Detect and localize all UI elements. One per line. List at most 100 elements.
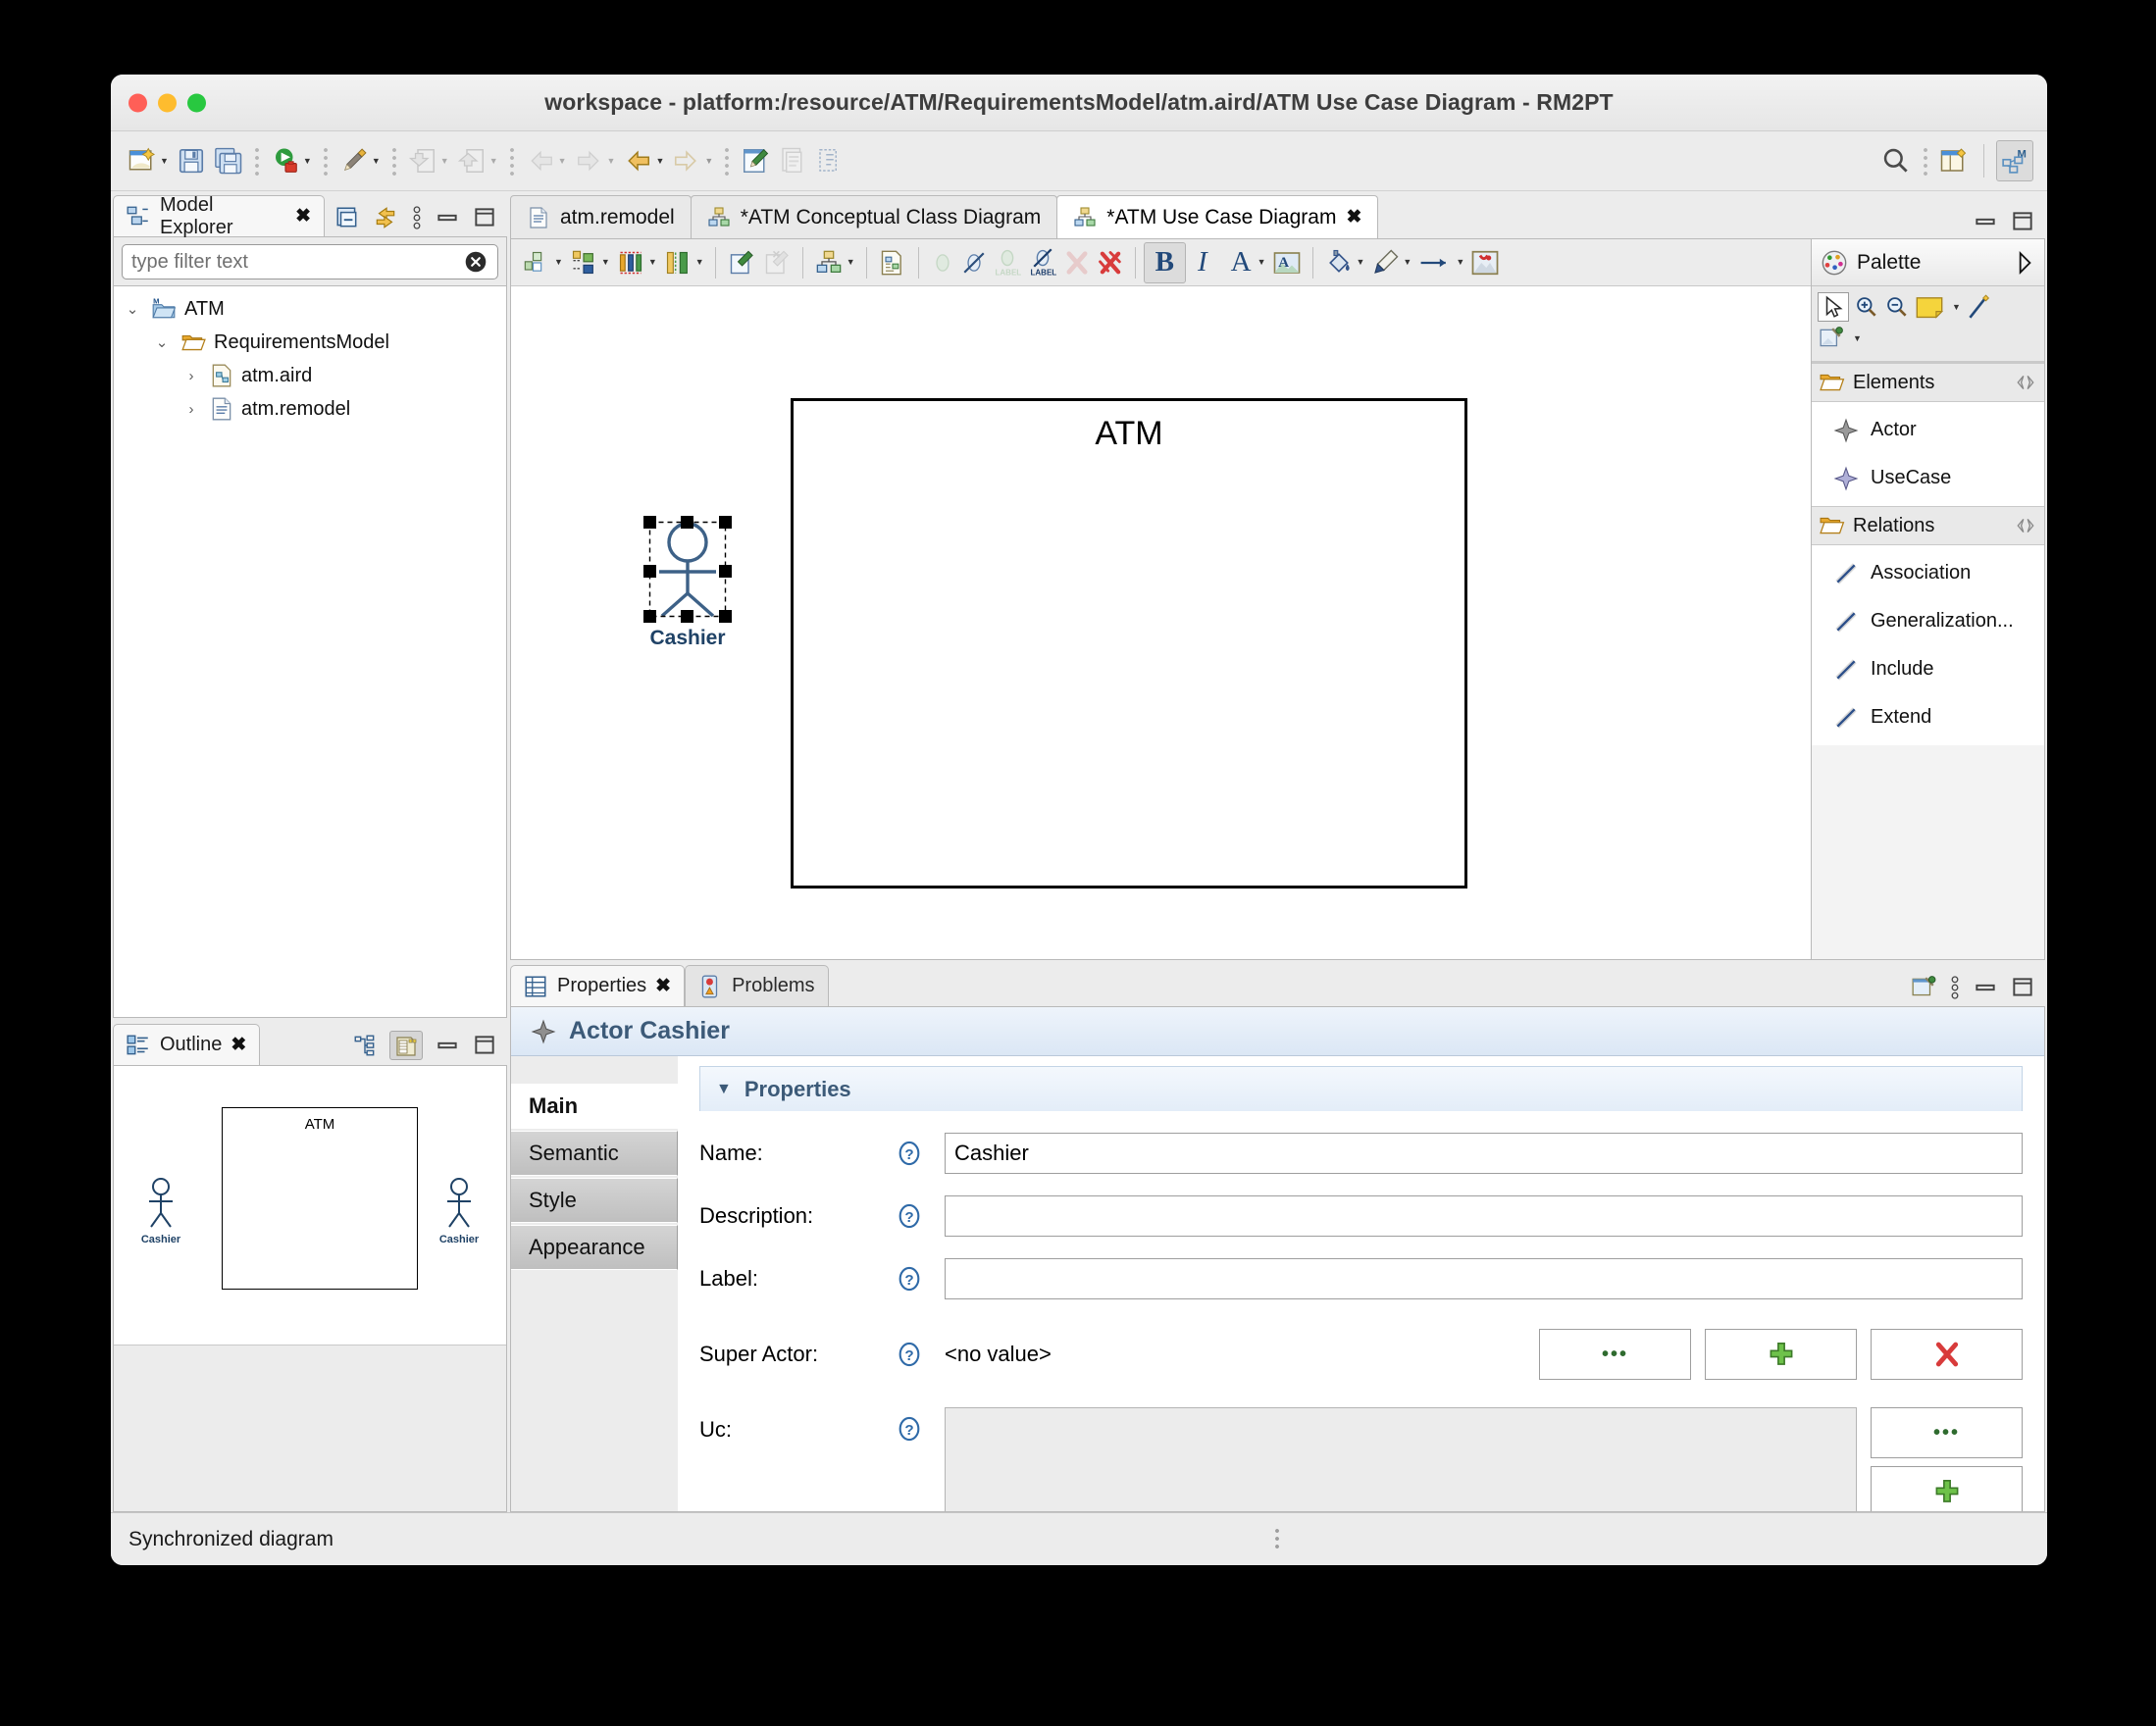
fill-color-button[interactable]: ▼ bbox=[1321, 242, 1368, 283]
model-tree[interactable]: ⌄ M ATM ⌄ RequirementsModel › atm.aird ›… bbox=[113, 285, 507, 1018]
help-icon[interactable]: ? bbox=[896, 1265, 923, 1293]
palette-collapse-icon[interactable] bbox=[2014, 250, 2035, 276]
chevron-down-icon[interactable]: ⌄ bbox=[122, 300, 143, 318]
palette-item-association[interactable]: Association bbox=[1812, 549, 2044, 597]
minimize-icon[interactable] bbox=[435, 1036, 460, 1055]
sync-arrows-icon[interactable] bbox=[372, 205, 399, 230]
align-button[interactable]: ▼ bbox=[566, 242, 613, 283]
search-button[interactable] bbox=[1877, 140, 1915, 181]
select-arrow-icon[interactable] bbox=[1818, 292, 1849, 322]
pin-icon[interactable] bbox=[2015, 374, 2036, 391]
paste-layout-button[interactable] bbox=[875, 242, 910, 283]
zoom-window-button[interactable] bbox=[187, 93, 206, 112]
help-icon[interactable]: ? bbox=[896, 1341, 923, 1368]
system-boundary-box[interactable]: ATM bbox=[791, 398, 1467, 888]
prev-annotation-button[interactable]: ▼ bbox=[523, 140, 570, 181]
palette-item-usecase[interactable]: UseCase bbox=[1812, 454, 2044, 502]
edit-note-button[interactable] bbox=[724, 242, 759, 283]
note-icon[interactable] bbox=[1915, 294, 1944, 320]
minimize-icon[interactable] bbox=[1973, 978, 1998, 997]
view-menu-icon[interactable] bbox=[411, 204, 423, 231]
image-style-button[interactable] bbox=[1467, 242, 1503, 283]
minimize-icon[interactable] bbox=[1973, 212, 1998, 231]
clear-icon[interactable] bbox=[463, 249, 488, 275]
maximize-icon[interactable] bbox=[2010, 210, 2035, 233]
browse-super-actor-button[interactable]: ••• bbox=[1539, 1329, 1691, 1380]
modeling-perspective-button[interactable]: M bbox=[1996, 140, 2033, 181]
zoom-out-icon[interactable] bbox=[1884, 294, 1910, 320]
next-annotation-button[interactable]: ▼ bbox=[572, 140, 619, 181]
run-button[interactable]: ▼ bbox=[268, 140, 315, 181]
hide-element-button[interactable] bbox=[958, 242, 990, 283]
chevron-right-icon[interactable]: › bbox=[180, 368, 202, 384]
chevron-down-icon[interactable]: ▼ bbox=[440, 156, 449, 166]
tab-atm-use-case-diagram[interactable]: *ATM Use Case Diagram ✖ bbox=[1056, 195, 1379, 238]
properties-tab-main[interactable]: Main bbox=[511, 1084, 678, 1129]
actor-node-cashier[interactable]: Cashier bbox=[642, 515, 733, 650]
pin-view-icon[interactable] bbox=[1910, 975, 1937, 1000]
import-button[interactable]: ▼ bbox=[405, 140, 452, 181]
tab-properties[interactable]: Properties ✖ bbox=[510, 965, 686, 1006]
new-wizard-button[interactable]: ▼ bbox=[125, 140, 172, 181]
chevron-down-icon[interactable]: ▼ bbox=[695, 258, 704, 267]
close-window-button[interactable] bbox=[128, 93, 147, 112]
properties-section-header[interactable]: ▼ Properties bbox=[699, 1066, 2023, 1111]
open-representation-button[interactable] bbox=[775, 140, 810, 181]
palette-item-extend[interactable]: Extend bbox=[1812, 693, 2044, 741]
outline-canvas[interactable]: ATM Cashier Cashier bbox=[114, 1066, 506, 1511]
font-color-button[interactable]: A ▼ bbox=[1219, 242, 1269, 283]
link-editor-icon[interactable] bbox=[334, 205, 360, 230]
chevron-down-icon[interactable]: ▼ bbox=[648, 258, 657, 267]
minimize-icon[interactable] bbox=[435, 208, 460, 228]
line-style-button[interactable]: ▼ bbox=[1414, 242, 1467, 283]
palette-group-elements[interactable]: Elements bbox=[1812, 363, 2044, 402]
label-field[interactable] bbox=[945, 1258, 2023, 1299]
forward-button[interactable]: ▼ bbox=[669, 140, 716, 181]
delete-from-diagram-button[interactable] bbox=[1060, 242, 1094, 283]
save-button[interactable] bbox=[174, 140, 209, 181]
pin-icon[interactable] bbox=[2015, 517, 2036, 534]
close-icon[interactable]: ✖ bbox=[655, 975, 671, 997]
description-field[interactable] bbox=[945, 1195, 2023, 1237]
palette-item-generalization[interactable]: Generalization... bbox=[1812, 597, 2044, 645]
chevron-down-icon[interactable]: ▼ bbox=[1853, 333, 1862, 343]
note-attachment-icon[interactable] bbox=[1966, 293, 1991, 321]
layout-button[interactable]: ▼ bbox=[811, 242, 858, 283]
add-uc-button[interactable] bbox=[1871, 1466, 2023, 1511]
overview-outline-icon[interactable] bbox=[389, 1031, 423, 1060]
delete-note-button[interactable] bbox=[759, 242, 795, 283]
minimize-window-button[interactable] bbox=[158, 93, 177, 112]
view-menu-icon[interactable] bbox=[1949, 974, 1961, 1001]
zoom-in-icon[interactable] bbox=[1854, 294, 1879, 320]
open-perspective-button[interactable] bbox=[1936, 140, 1972, 181]
status-resize-grip[interactable] bbox=[1274, 1526, 1279, 1552]
chevron-down-icon[interactable]: ▼ bbox=[558, 156, 567, 166]
add-super-actor-button[interactable] bbox=[1705, 1329, 1857, 1380]
close-icon[interactable]: ✖ bbox=[231, 1034, 246, 1056]
search-input[interactable]: type filter text bbox=[122, 244, 498, 279]
chevron-down-icon[interactable]: ▼ bbox=[1258, 258, 1266, 267]
browse-uc-button[interactable]: ••• bbox=[1871, 1407, 2023, 1458]
chevron-down-icon[interactable]: ▼ bbox=[1456, 258, 1464, 267]
validate-button[interactable]: ▼ bbox=[336, 140, 384, 181]
font-dialog-button[interactable]: A bbox=[1269, 242, 1305, 283]
tab-atm-conceptual-class-diagram[interactable]: *ATM Conceptual Class Diagram bbox=[690, 195, 1058, 238]
distribute-vertically-button[interactable]: ▼ bbox=[660, 242, 707, 283]
save-all-button[interactable] bbox=[211, 140, 246, 181]
chevron-down-icon[interactable]: ▼ bbox=[372, 156, 381, 166]
uc-list-box[interactable] bbox=[945, 1407, 1857, 1511]
chevron-down-icon[interactable]: ▼ bbox=[160, 156, 169, 166]
delete-from-model-button[interactable] bbox=[1094, 242, 1127, 283]
chevron-down-icon[interactable]: ▼ bbox=[489, 156, 498, 166]
back-button[interactable]: ▼ bbox=[620, 140, 667, 181]
arrange-all-button[interactable]: ▼ bbox=[519, 242, 566, 283]
chevron-down-icon[interactable]: ▼ bbox=[1357, 258, 1365, 267]
tab-atm-remodel[interactable]: atm.remodel bbox=[510, 195, 692, 238]
remove-super-actor-button[interactable] bbox=[1871, 1329, 2023, 1380]
line-color-button[interactable]: ▼ bbox=[1367, 242, 1414, 283]
bold-button[interactable]: B bbox=[1143, 241, 1186, 283]
chevron-down-icon[interactable]: ▼ bbox=[704, 156, 713, 166]
show-label-button[interactable]: LABEL bbox=[990, 242, 1025, 283]
maximize-icon[interactable] bbox=[472, 1034, 497, 1057]
palette-item-actor[interactable]: Actor bbox=[1812, 406, 2044, 454]
